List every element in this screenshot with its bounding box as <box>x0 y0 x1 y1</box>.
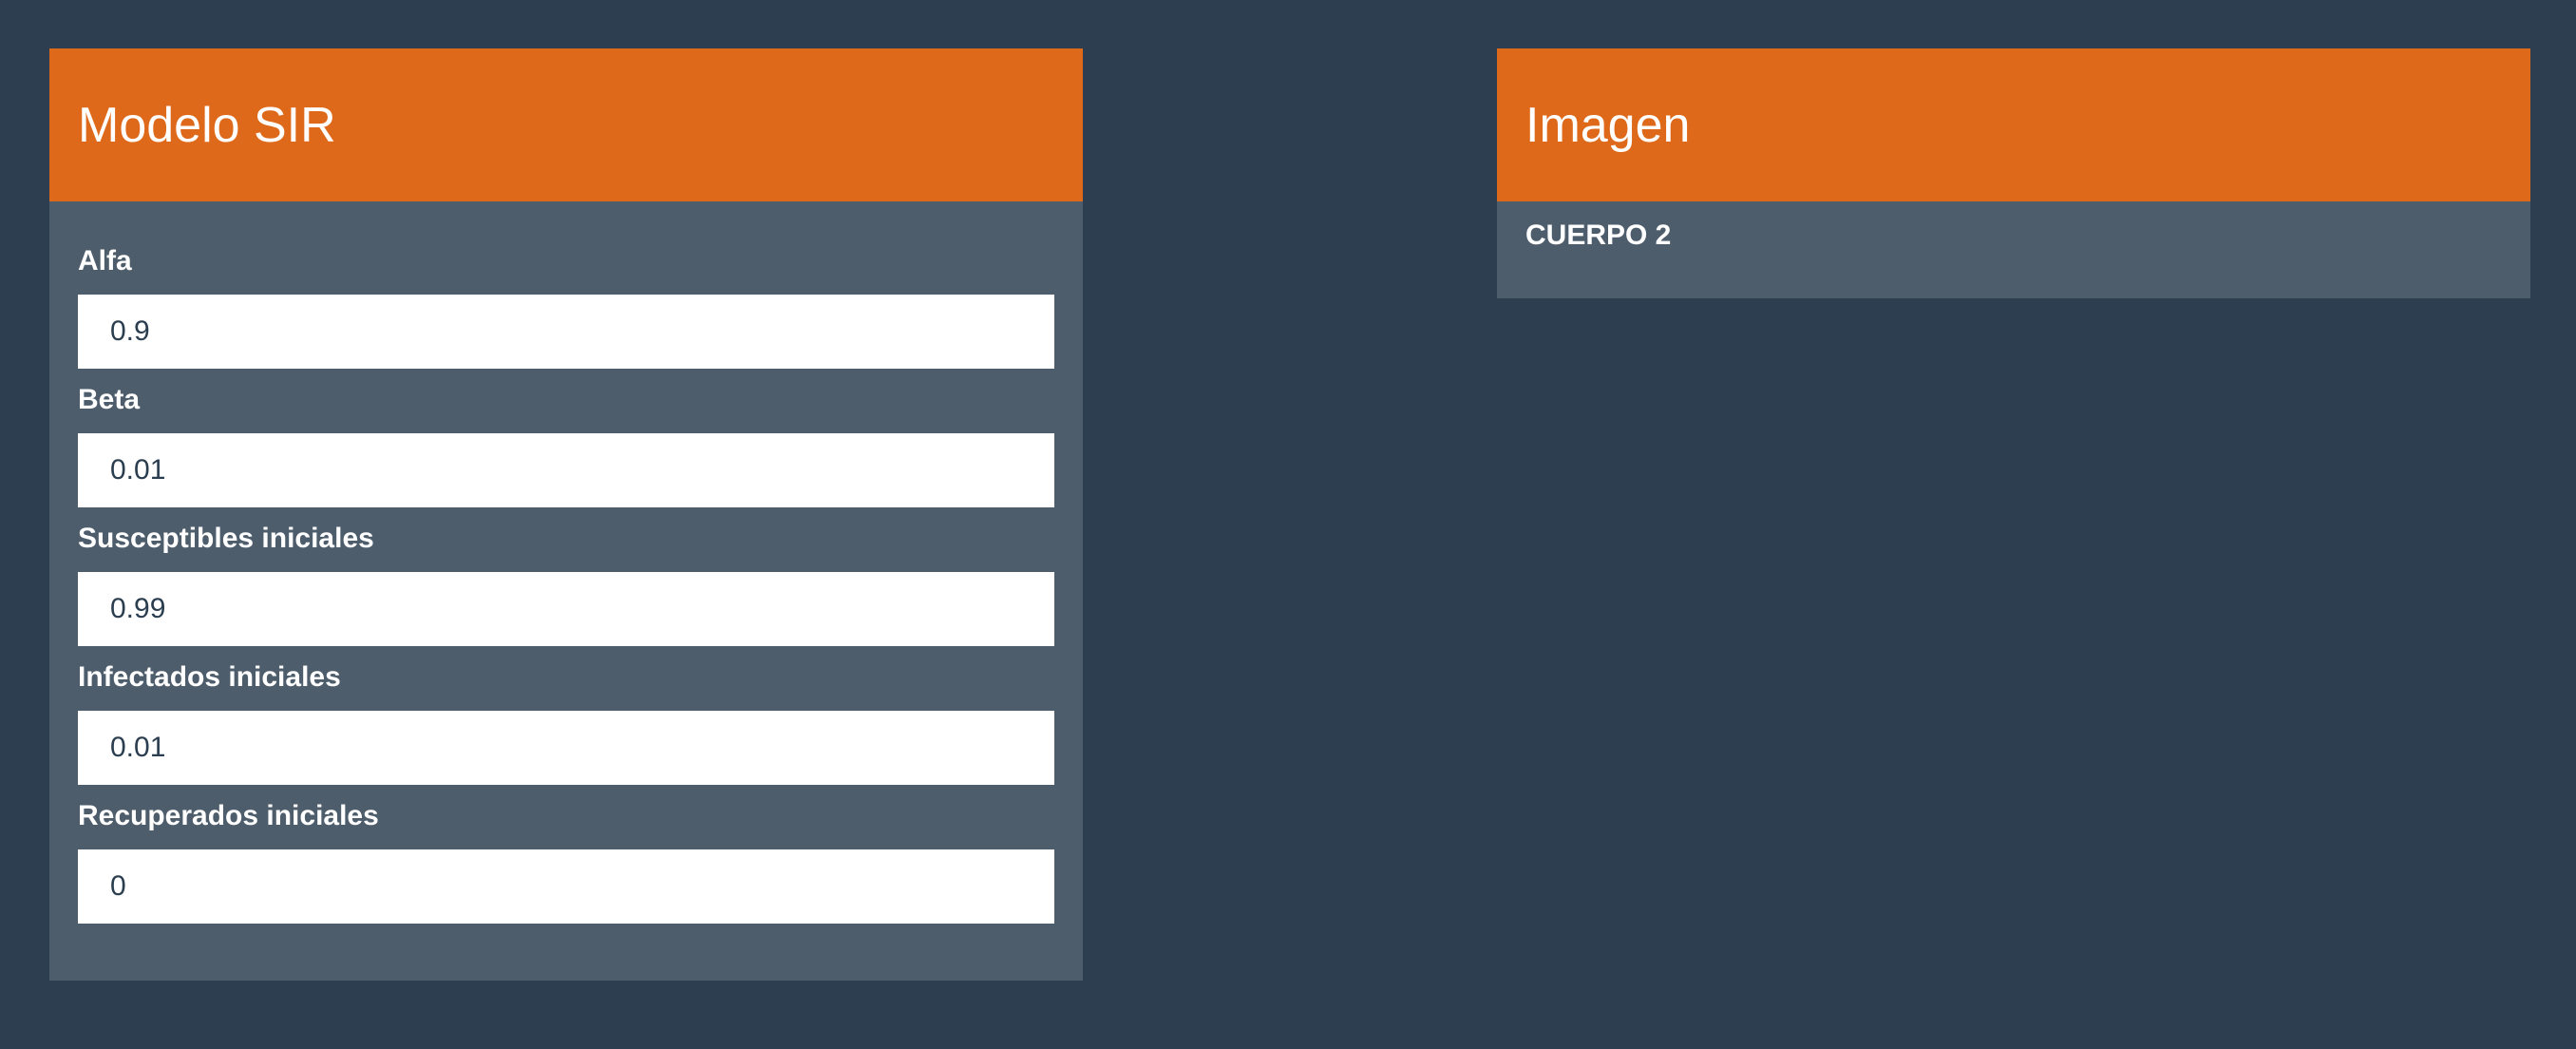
beta-input[interactable] <box>78 433 1054 507</box>
sir-model-panel: Modelo SIR Alfa Beta Susceptibles inicia… <box>49 48 1083 981</box>
initial-susceptibles-label: Susceptibles iniciales <box>78 523 374 554</box>
image-panel-title: Imagen <box>1525 97 1691 153</box>
initial-recovered-label: Recuperados iniciales <box>78 800 379 831</box>
alfa-label: Alfa <box>78 245 132 277</box>
sir-panel-heading: Modelo SIR <box>49 48 1083 201</box>
initial-infected-label: Infectados iniciales <box>78 661 341 693</box>
initial-infected-input[interactable] <box>78 711 1054 785</box>
sir-panel-body: Alfa Beta Susceptibles iniciales Infecta… <box>49 201 1083 981</box>
image-panel-body: CUERPO 2 <box>1497 201 2530 298</box>
alfa-input[interactable] <box>78 295 1054 369</box>
initial-susceptibles-input[interactable] <box>78 572 1054 646</box>
image-panel: Imagen CUERPO 2 <box>1497 48 2530 298</box>
beta-label: Beta <box>78 384 141 415</box>
initial-recovered-input[interactable] <box>78 849 1054 924</box>
image-panel-heading: Imagen <box>1497 48 2530 201</box>
image-panel-body-text: CUERPO 2 <box>1525 219 1672 251</box>
sir-panel-title: Modelo SIR <box>78 97 336 153</box>
